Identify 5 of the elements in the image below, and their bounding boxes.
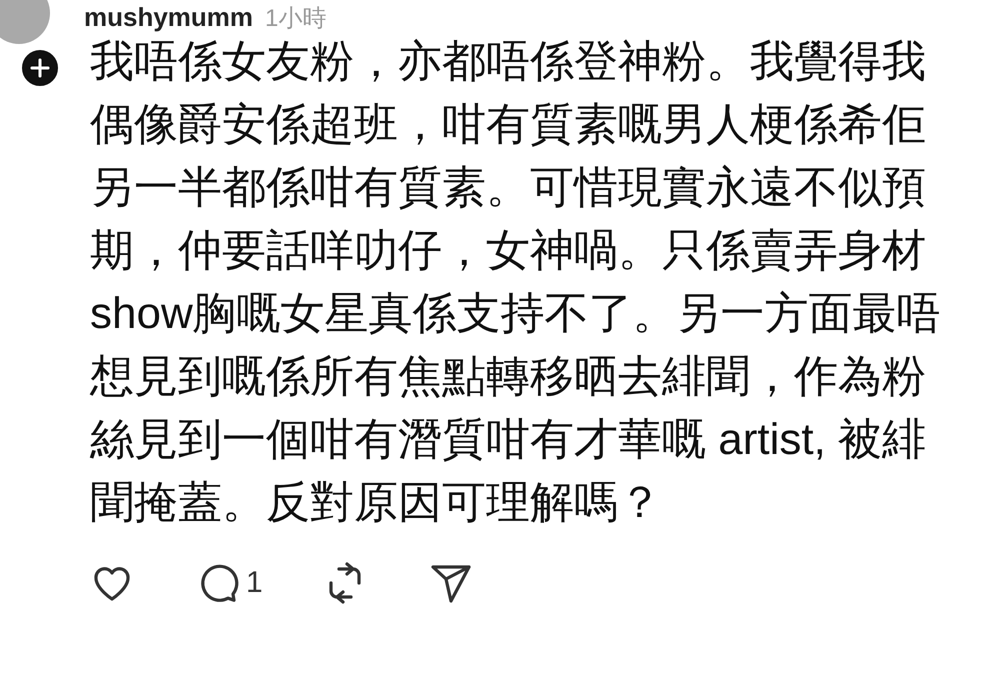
- plus-icon: [30, 58, 50, 78]
- reply-button[interactable]: 1: [194, 559, 263, 607]
- post-time: 1小時: [265, 4, 326, 34]
- post-text: 我唔係女友粉，亦都唔係登神粉。我覺得我偶像爵安係超班，咁有質素嘅男人梗係希佢另一半都係咁有質素。可惜現實永遠不似預期，仲要話咩叻仔，女神喎。只係賣弄身材show胸嘅女星真係支持不了。另一方面最唔想見到嘅係所有焦點轉移晒去緋聞，作為粉絲見到一個咁有潛質咁有才華嘅 artist, 被緋聞掩蓋。反對原因可理解嗎？: [88, 36, 942, 529]
- username[interactable]: mushymumm: [84, 2, 254, 33]
